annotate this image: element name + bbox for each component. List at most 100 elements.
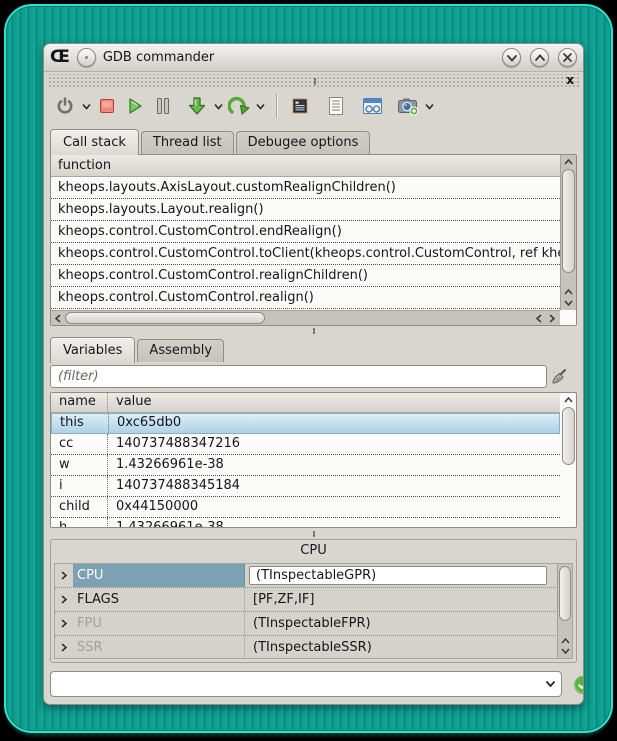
stack-tabbar: Call stack Thread list Debugee options xyxy=(50,128,577,155)
register-group-name[interactable]: FPU xyxy=(73,612,245,635)
expand-chevron-icon[interactable] xyxy=(55,619,73,628)
scroll-down-icon[interactable] xyxy=(558,646,572,656)
combo-dropdown-button[interactable] xyxy=(539,672,561,696)
register-value-field[interactable]: (TInspectableGPR) xyxy=(249,566,547,585)
cpu-group-title: CPU xyxy=(51,540,576,561)
window-title: GDB commander xyxy=(103,50,214,65)
variable-row[interactable]: i 140737488345184 xyxy=(51,476,560,497)
variable-value: 1.43266961e-38 xyxy=(108,518,560,527)
cpu-register-row[interactable]: SSR (TInspectableSSR) xyxy=(55,636,572,659)
toolbar-separator xyxy=(276,94,277,118)
tab-variables[interactable]: Variables xyxy=(50,337,135,363)
column-value[interactable]: value xyxy=(108,393,152,412)
cpu-register-row[interactable]: CPU (TInspectableGPR) xyxy=(55,564,572,588)
snapshot-add-button[interactable] xyxy=(395,92,421,120)
stack-frame-row[interactable]: kheops.control.CustomControl.endRealign(… xyxy=(51,221,560,243)
call-stack-vscrollbar[interactable] xyxy=(560,155,576,310)
filter-input[interactable] xyxy=(50,365,547,388)
variable-name: h xyxy=(51,518,108,527)
dock-close-button[interactable]: x xyxy=(566,74,574,87)
scroll-right-icon[interactable] xyxy=(547,311,557,325)
clear-filter-button[interactable] xyxy=(547,366,571,388)
scroll-down-icon[interactable] xyxy=(561,298,576,308)
stack-frame-row[interactable]: kheops.control.CustomControl.toClient(kh… xyxy=(51,243,560,265)
app-icon: Œ xyxy=(50,49,70,66)
hscroll-thumb[interactable] xyxy=(65,312,265,324)
send-command-button[interactable] xyxy=(572,674,584,696)
cpu-view-button[interactable] xyxy=(287,92,313,120)
step-over-dropdown[interactable] xyxy=(254,92,266,120)
expand-chevron-icon[interactable] xyxy=(55,643,73,652)
scroll-left-icon[interactable] xyxy=(53,311,63,325)
vscroll-thumb[interactable] xyxy=(562,169,575,273)
tab-debugee-options[interactable]: Debugee options xyxy=(236,131,371,154)
expand-chevron-icon[interactable] xyxy=(55,571,73,580)
register-group-name[interactable]: CPU xyxy=(73,564,245,587)
variable-name: cc xyxy=(51,434,108,454)
cpu-register-row[interactable]: FLAGS [PF,ZF,IF] xyxy=(55,588,572,612)
scroll-up-icon[interactable] xyxy=(558,636,572,646)
variable-name: i xyxy=(51,476,108,496)
scroll-up-icon[interactable] xyxy=(561,156,576,168)
step-into-icon xyxy=(187,96,207,116)
run-button[interactable] xyxy=(122,92,148,120)
power-dropdown[interactable] xyxy=(80,92,92,120)
tab-thread-list[interactable]: Thread list xyxy=(141,131,234,154)
variable-row[interactable]: w 1.43266961e-38 xyxy=(51,455,560,476)
cpu-register-row[interactable]: FPU (TInspectableFPR) xyxy=(55,612,572,636)
pause-button[interactable] xyxy=(150,92,176,120)
maximize-button[interactable] xyxy=(530,48,549,67)
register-group-name[interactable]: FLAGS xyxy=(73,588,245,611)
power-button[interactable] xyxy=(52,92,78,120)
document-view-button[interactable] xyxy=(323,92,349,120)
shade-button[interactable] xyxy=(502,48,521,67)
column-name[interactable]: name xyxy=(51,393,108,412)
vscroll-thumb[interactable] xyxy=(562,407,575,465)
stack-frame-row[interactable]: kheops.layouts.Layout.realign() xyxy=(51,199,560,221)
register-group-name[interactable]: SSR xyxy=(73,636,245,659)
stack-frame-row[interactable]: kheops.control.CustomControl.realignChil… xyxy=(51,265,560,287)
splitter-handle[interactable] xyxy=(44,530,583,538)
variable-name: child xyxy=(51,497,108,517)
expand-chevron-icon[interactable] xyxy=(55,595,73,604)
variable-name: this xyxy=(52,414,109,433)
register-value: (TInspectableSSR) xyxy=(245,640,572,655)
chevron-down-icon xyxy=(506,53,518,63)
stop-button[interactable] xyxy=(94,92,120,120)
step-over-button[interactable] xyxy=(226,92,252,120)
chevron-up-icon xyxy=(534,53,546,63)
scroll-up-icon[interactable] xyxy=(561,394,576,406)
variable-row[interactable]: cc 140737488347216 xyxy=(51,434,560,455)
watch-window-button[interactable] xyxy=(359,92,385,120)
scroll-left-icon[interactable] xyxy=(534,311,544,325)
variable-row[interactable]: h 1.43266961e-38 xyxy=(51,518,560,527)
call-stack-header[interactable]: function xyxy=(51,155,560,177)
titlebar[interactable]: Œ GDB commander xyxy=(44,44,583,72)
splitter-handle[interactable] xyxy=(44,327,583,335)
scroll-up-icon[interactable] xyxy=(561,287,576,297)
stack-frame-row[interactable]: kheops.control.CustomControl.realign() xyxy=(51,287,560,309)
tab-call-stack[interactable]: Call stack xyxy=(50,129,139,155)
splitter-grip-icon xyxy=(313,531,315,537)
vscroll-thumb[interactable] xyxy=(559,566,571,621)
stack-frame-row[interactable]: kheops.layouts.AxisLayout.customRealignC… xyxy=(51,177,560,199)
chevron-down-icon xyxy=(256,103,265,110)
variable-row[interactable]: this 0xc65db0 xyxy=(51,413,560,434)
variable-value: 0x44150000 xyxy=(108,497,560,517)
snapshot-dropdown[interactable] xyxy=(423,92,435,120)
window-menu-button[interactable] xyxy=(77,48,96,67)
cpu-vscrollbar[interactable] xyxy=(557,564,572,658)
document-icon xyxy=(327,96,345,116)
gdb-command-input[interactable] xyxy=(51,677,539,692)
variable-value: 140737488347216 xyxy=(108,434,560,454)
step-into-dropdown[interactable] xyxy=(212,92,224,120)
gdb-command-combo[interactable] xyxy=(50,671,562,697)
tab-assembly[interactable]: Assembly xyxy=(137,339,224,362)
step-into-button[interactable] xyxy=(184,92,210,120)
cpu-chip-icon xyxy=(290,96,310,116)
close-button[interactable] xyxy=(558,48,577,67)
variable-row[interactable]: child 0x44150000 xyxy=(51,497,560,518)
play-icon xyxy=(126,97,144,115)
call-stack-hscrollbar[interactable] xyxy=(51,310,560,325)
dock-handle[interactable]: x xyxy=(47,74,580,87)
